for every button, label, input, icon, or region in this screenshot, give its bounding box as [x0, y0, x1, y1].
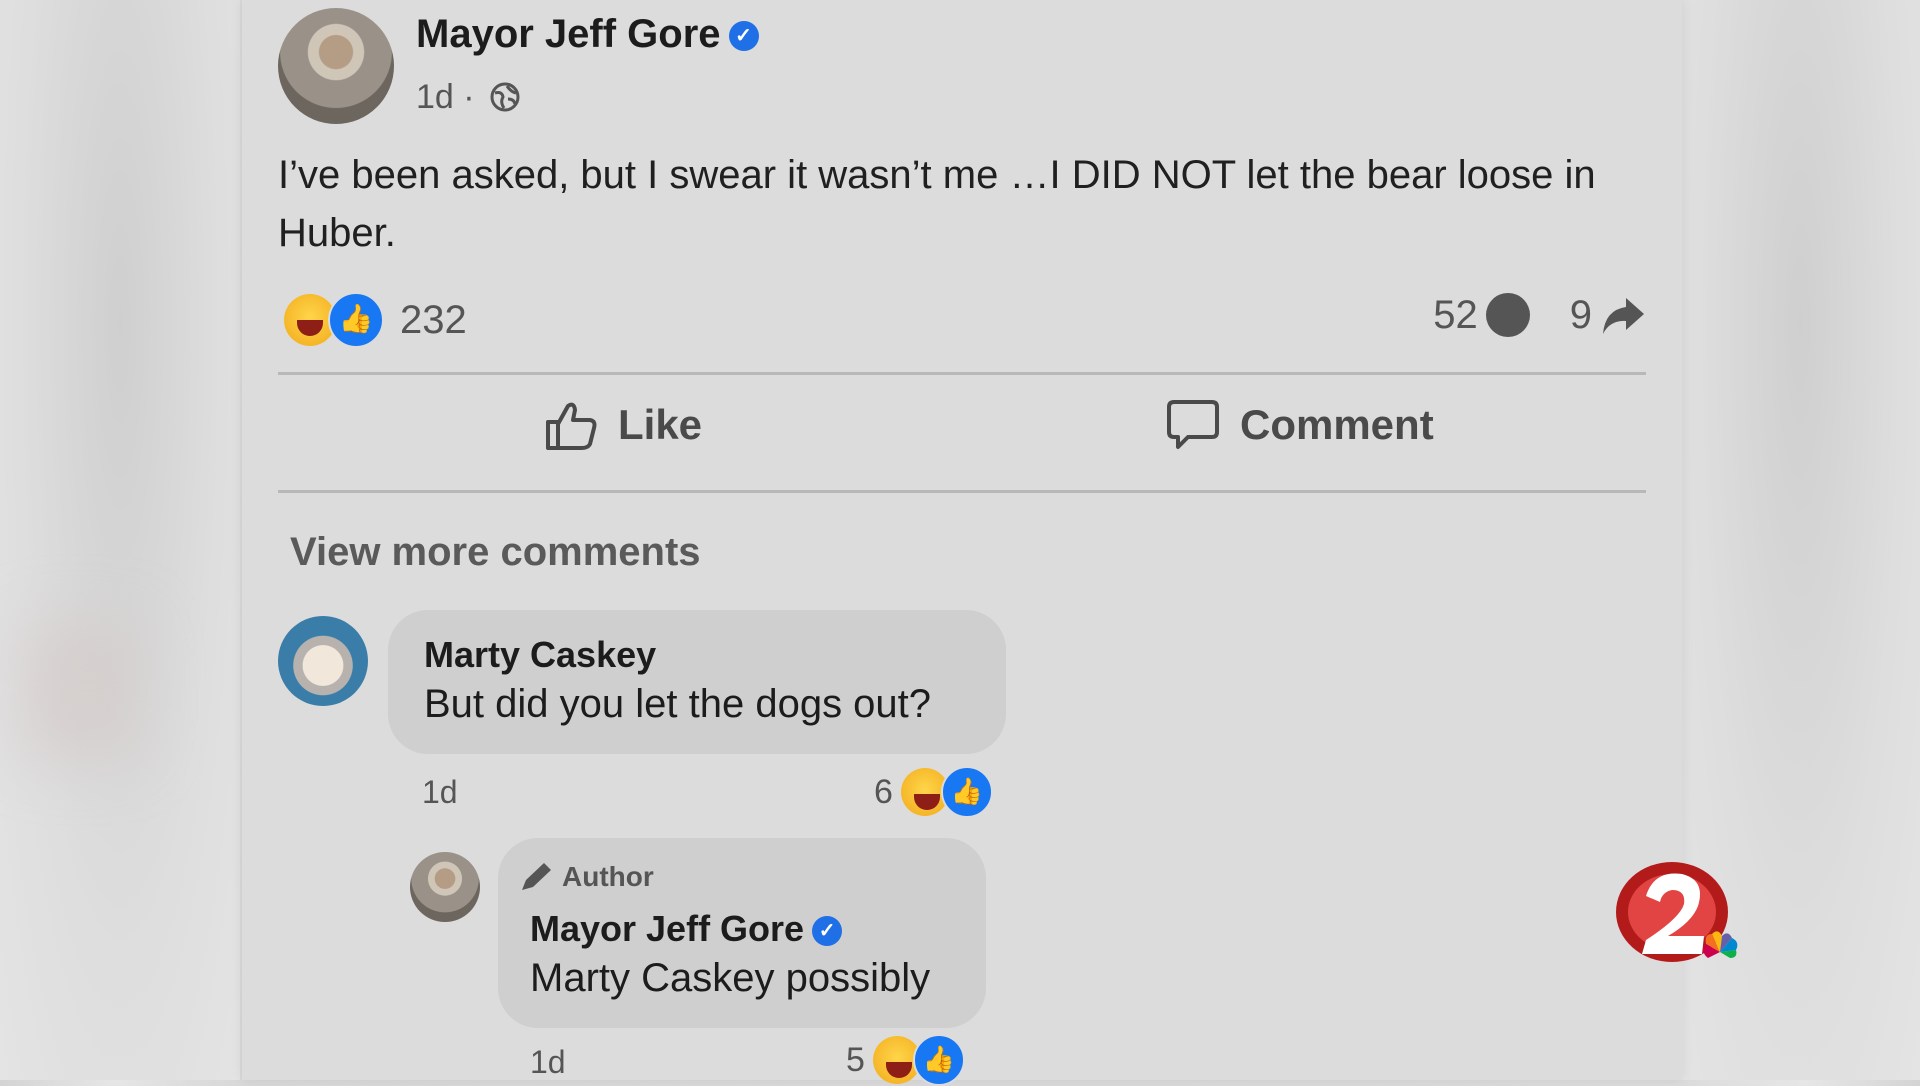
comment-icon — [1167, 400, 1219, 449]
comment-label: Comment — [1240, 401, 1434, 448]
like-label: Like — [618, 401, 703, 448]
reply-author-name[interactable]: Mayor Jeff Gore ✓ — [530, 908, 843, 950]
post-meta: 1d · — [416, 78, 520, 117]
comment-bubble-icon — [1485, 293, 1530, 337]
post-author[interactable]: Mayor Jeff Gore ✓ — [416, 12, 759, 57]
comment-time[interactable]: 1d — [422, 774, 458, 811]
reply-reactions[interactable]: 5 👍 — [846, 1034, 965, 1086]
share-count[interactable]: 9 — [1570, 293, 1592, 338]
commenter-avatar[interactable] — [278, 616, 368, 706]
globe-icon — [490, 82, 520, 112]
comment-reactions[interactable]: 6 👍 — [874, 766, 993, 818]
pencil-icon — [522, 863, 551, 890]
like-reaction-icon: 👍 — [328, 292, 384, 348]
divider-top — [278, 372, 1646, 375]
post-author-name[interactable]: Mayor Jeff Gore — [416, 12, 721, 56]
view-more-comments-link[interactable]: View more comments — [290, 530, 701, 575]
reply-text: Marty Caskey possibly — [530, 956, 931, 1000]
channel-2-nbc-logo — [1616, 862, 1738, 962]
author-tag-label: Author — [562, 861, 654, 892]
post-text: I’ve been asked, but I swear it wasn’t m… — [278, 153, 1596, 255]
post-reactions[interactable]: 👍 232 — [284, 292, 467, 348]
facebook-post-card: Mayor Jeff Gore ✓ 1d · I’ve been asked, b… — [242, 0, 1682, 1086]
like-reaction-icon: 👍 — [940, 766, 993, 818]
reply-time[interactable]: 1d — [530, 1044, 566, 1081]
like-reaction-icon: 👍 — [912, 1034, 965, 1086]
post-time[interactable]: 1d · — [416, 78, 475, 116]
verified-badge-icon: ✓ — [728, 21, 759, 52]
comment-bubble: Marty Caskey But did you let the dogs ou… — [388, 610, 1006, 754]
verified-badge-icon: ✓ — [812, 916, 843, 947]
background-left — [0, 0, 240, 1080]
comment-count[interactable]: 52 — [1433, 293, 1478, 338]
author-avatar[interactable] — [278, 8, 394, 124]
reaction-count: 232 — [400, 297, 467, 342]
post-stats: 52 9 — [1433, 292, 1646, 338]
thumbs-up-icon — [546, 402, 597, 450]
reply-author-name-text[interactable]: Mayor Jeff Gore — [530, 908, 804, 949]
comment-button[interactable]: Comment — [1166, 398, 1434, 452]
author-tag: Author — [518, 860, 654, 894]
reply-reaction-count: 5 — [846, 1040, 865, 1079]
comment-text: But did you let the dogs out? — [424, 682, 932, 726]
like-button[interactable]: Like — [544, 398, 702, 452]
reply-author-avatar[interactable] — [410, 852, 480, 922]
comment-reaction-count: 6 — [874, 772, 893, 811]
share-arrow-icon — [1603, 298, 1644, 334]
commenter-name[interactable]: Marty Caskey — [424, 634, 656, 676]
divider-bottom — [278, 490, 1646, 493]
